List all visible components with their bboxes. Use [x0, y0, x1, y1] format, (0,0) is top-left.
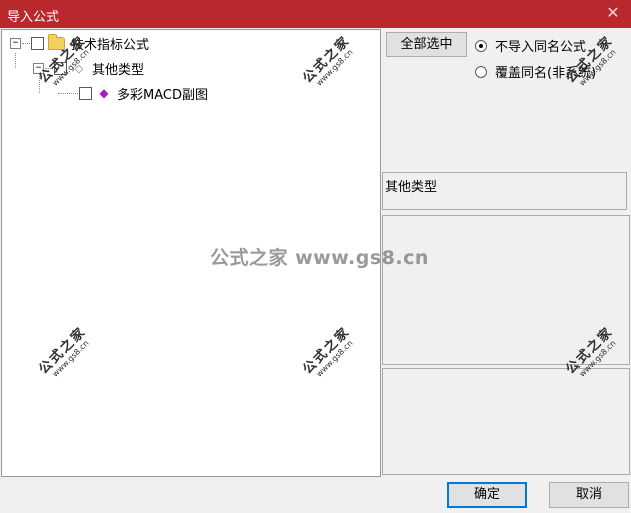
radio-selected-icon [475, 39, 487, 52]
collapse-toggle[interactable]: − [33, 62, 44, 74]
formula-detail-box[interactable] [382, 368, 630, 475]
radio-unselected-icon [475, 65, 487, 78]
tree-node-label[interactable]: 多彩MACD副图 [117, 84, 208, 103]
watermark-center: 公式之家 www.gs8.cn [210, 247, 429, 269]
window-title: 导入公式 [7, 10, 60, 25]
select-all-button[interactable]: 全部选中 [386, 32, 467, 57]
tree-node-label[interactable]: 其他类型 [92, 59, 144, 78]
tree-connector [15, 53, 16, 68]
category-label-box: 其他类型 [382, 172, 627, 210]
checkbox[interactable] [79, 86, 92, 100]
radio-label: 不导入同名公式 [495, 40, 587, 55]
tree-dots [45, 67, 53, 69]
radio-overwrite-same-name[interactable]: 覆盖同名(非系统) [475, 62, 596, 81]
tree-node-root[interactable]: − 技术指标公式 [10, 33, 149, 53]
tree-node-label[interactable]: 技术指标公式 [71, 34, 149, 53]
tree-node-formula[interactable]: ◆ 多彩MACD副图 [57, 83, 208, 103]
category-icon: ◇ [74, 61, 84, 75]
close-icon[interactable]: ✕ [603, 3, 623, 23]
folder-icon [48, 33, 65, 50]
title-bar: 导入公式 ✕ [0, 0, 631, 28]
category-label: 其他类型 [385, 180, 438, 195]
formula-gem-icon: ◆ [99, 86, 109, 100]
radio-skip-same-name[interactable]: 不导入同名公式 [475, 36, 586, 55]
formula-description-box[interactable] [382, 215, 630, 365]
tree-node-category[interactable]: − ◇ 其他类型 [33, 58, 144, 78]
collapse-toggle[interactable]: − [10, 37, 21, 49]
checkbox[interactable] [31, 36, 44, 50]
tree-dots [58, 92, 78, 94]
cancel-button[interactable]: 取消 [549, 482, 629, 508]
tree-dots [22, 42, 30, 44]
checkbox[interactable] [54, 61, 67, 75]
ok-button[interactable]: 确定 [447, 482, 527, 508]
radio-label: 覆盖同名(非系统) [495, 66, 597, 81]
